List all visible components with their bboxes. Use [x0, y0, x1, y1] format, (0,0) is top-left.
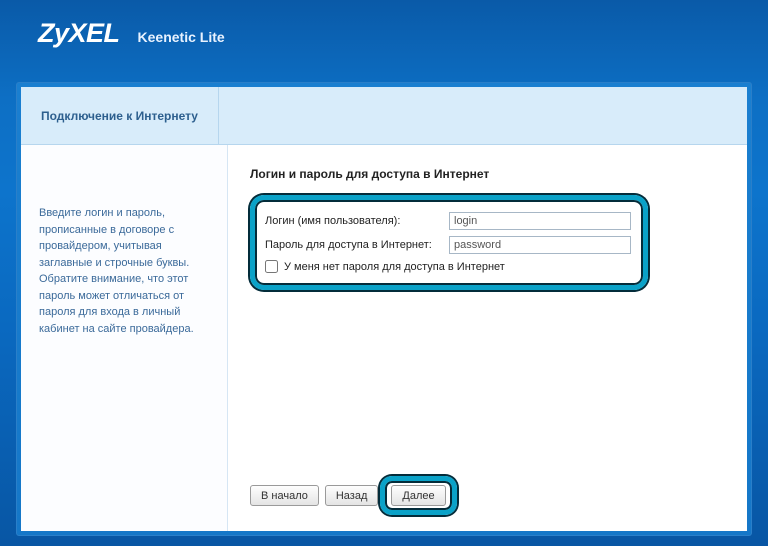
tab-label: Подключение к Интернету — [41, 109, 198, 123]
main-area: Логин и пароль для доступа в Интернет Ло… — [228, 145, 747, 531]
brand-logo: ZyXEL — [38, 18, 120, 49]
highlight-next: Далее — [380, 476, 456, 515]
tab-internet-connection[interactable]: Подключение к Интернету — [21, 87, 219, 144]
section-title: Логин и пароль для доступа в Интернет — [250, 167, 721, 181]
panel: Подключение к Интернету Введите логин и … — [21, 87, 747, 531]
next-button[interactable]: Далее — [391, 485, 445, 506]
password-label: Пароль для доступа в Интернет: — [261, 239, 449, 251]
login-input[interactable] — [449, 212, 631, 230]
highlight-form: Логин (имя пользователя): Пароль для дос… — [250, 195, 648, 290]
home-button[interactable]: В начало — [250, 485, 319, 506]
help-text: Введите логин и пароль, прописанные в до… — [39, 205, 213, 337]
tabbar: Подключение к Интернету — [21, 87, 747, 145]
app-header: ZyXEL Keenetic Lite — [0, 0, 768, 70]
login-label: Логин (имя пользователя): — [261, 215, 449, 227]
back-button[interactable]: Назад — [325, 485, 379, 506]
row-password: Пароль для доступа в Интернет: — [261, 236, 631, 254]
row-login: Логин (имя пользователя): — [261, 212, 631, 230]
content-area: Введите логин и пароль, прописанные в до… — [21, 145, 747, 531]
product-name: Keenetic Lite — [138, 29, 225, 45]
no-password-checkbox[interactable] — [265, 260, 278, 273]
password-input[interactable] — [449, 236, 631, 254]
row-no-password: У меня нет пароля для доступа в Интернет — [261, 260, 631, 273]
no-password-label: У меня нет пароля для доступа в Интернет — [284, 261, 505, 273]
panel-frame: Подключение к Интернету Введите логин и … — [16, 82, 752, 536]
sidebar-help: Введите логин и пароль, прописанные в до… — [21, 145, 228, 531]
footer-buttons: В начало Назад Далее — [250, 466, 721, 515]
